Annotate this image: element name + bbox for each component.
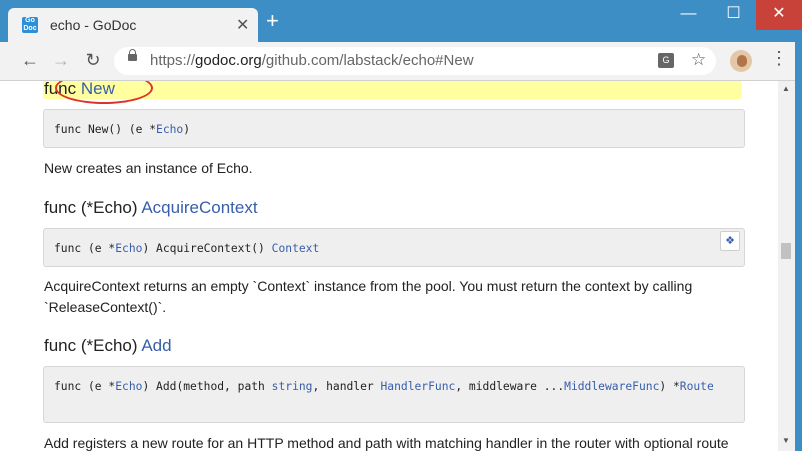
page-content: func New func New() (e *Echo) New create… [0, 81, 778, 451]
minimize-button[interactable]: — [666, 0, 711, 30]
type-link-route[interactable]: Route [680, 380, 714, 393]
scroll-down-icon[interactable]: ▼ [782, 436, 790, 445]
type-link-echo[interactable]: Echo [115, 242, 142, 255]
window-border [795, 42, 802, 451]
back-arrow-icon[interactable]: ← [20, 50, 40, 71]
type-link-middlewarefunc[interactable]: MiddlewareFunc [564, 380, 659, 393]
new-tab-button[interactable]: + [266, 10, 279, 32]
signature-acquirecontext: func (e *Echo) AcquireContext() Context ❖ [43, 228, 745, 267]
menu-icon[interactable]: ⋮ [770, 48, 788, 69]
tab-title: echo - GoDoc [50, 17, 137, 33]
signature-add: func (e *Echo) Add(method, path string, … [43, 366, 745, 423]
address-bar[interactable]: https://godoc.org/github.com/labstack/ec… [114, 47, 716, 75]
type-link-handlerfunc[interactable]: HandlerFunc [381, 380, 456, 393]
maximize-button[interactable]: ☐ [711, 0, 756, 30]
description-acquirecontext: AcquireContext returns an empty `Context… [44, 278, 693, 315]
profile-avatar[interactable] [730, 50, 752, 72]
bookmark-star-icon[interactable]: ☆ [691, 50, 706, 70]
url-text[interactable]: https://godoc.org/github.com/labstack/ec… [150, 52, 474, 69]
red-annotation-circle [55, 81, 153, 104]
func-add-link[interactable]: Add [141, 336, 171, 355]
type-link-context[interactable]: Context [272, 242, 320, 255]
browser-titlebar: Go Doc echo - GoDoc ✕ + — ☐ ✕ [0, 0, 802, 42]
lock-icon[interactable] [128, 49, 137, 61]
tab-close-icon[interactable]: ✕ [236, 15, 249, 35]
reload-icon[interactable]: ↻ [83, 50, 103, 71]
translate-icon[interactable]: G [658, 53, 674, 68]
heading-func-add: func (*Echo) Add [44, 336, 172, 355]
description-new: New creates an instance of Echo. [44, 160, 253, 176]
signature-new: func New() (e *Echo) [43, 109, 745, 148]
godoc-favicon-icon: Go Doc [22, 17, 38, 33]
browser-toolbar: ← → ↻ https://godoc.org/github.com/labst… [0, 42, 802, 81]
forward-arrow-icon[interactable]: → [51, 50, 71, 71]
type-link-string[interactable]: string [272, 380, 313, 393]
type-link-echo[interactable]: Echo [115, 380, 142, 393]
func-acquirecontext-link[interactable]: AcquireContext [141, 198, 257, 217]
scrollbar-thumb[interactable] [781, 243, 791, 259]
scroll-up-icon[interactable]: ▲ [782, 84, 790, 93]
close-window-button[interactable]: ✕ [756, 0, 802, 30]
heading-func-acquirecontext: func (*Echo) AcquireContext [44, 198, 258, 217]
description-add: Add registers a new route for an HTTP me… [44, 435, 729, 451]
vertical-scrollbar[interactable]: ▲ ▼ [778, 81, 795, 451]
expand-example-icon[interactable]: ❖ [720, 231, 740, 251]
browser-tab[interactable]: Go Doc echo - GoDoc ✕ [8, 8, 258, 42]
type-link-echo[interactable]: Echo [156, 123, 183, 136]
